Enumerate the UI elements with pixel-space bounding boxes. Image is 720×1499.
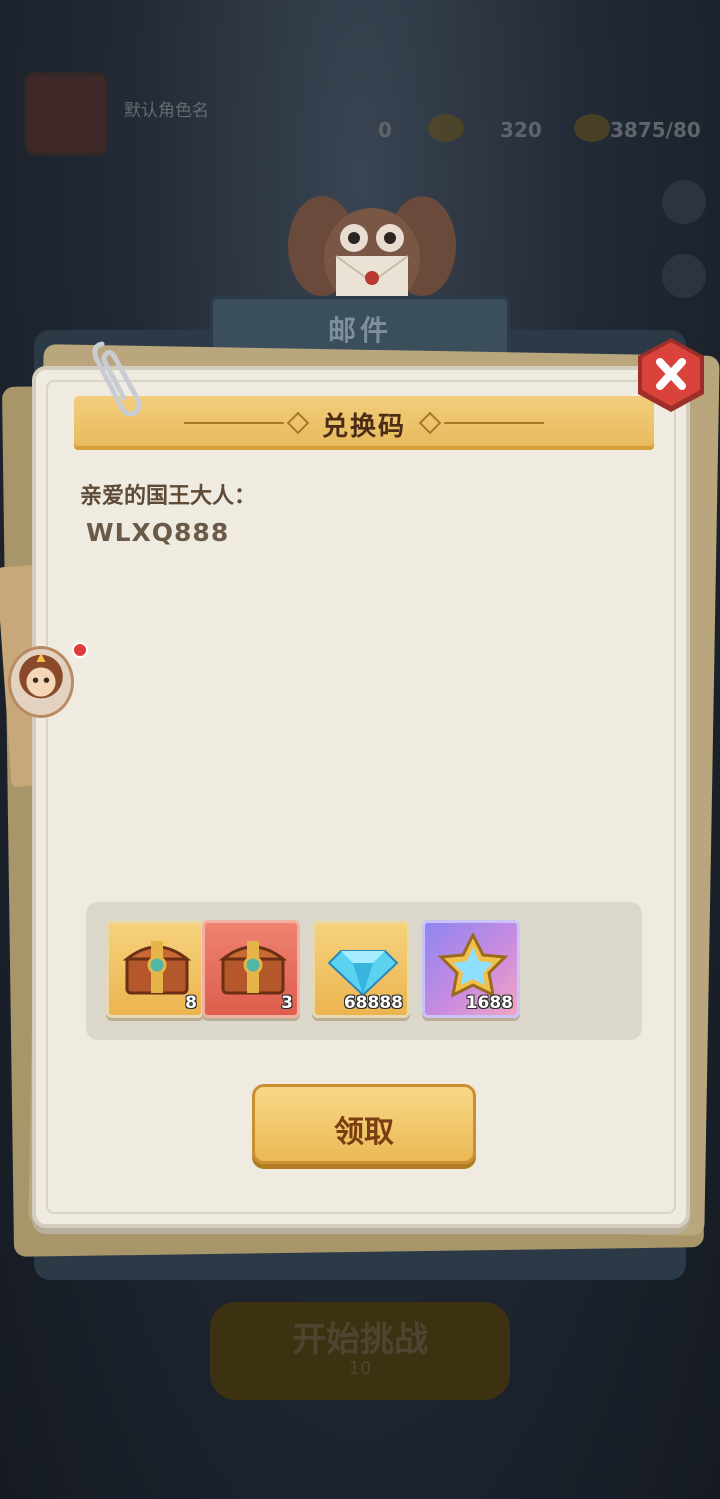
helper-avatar[interactable] [8,646,74,718]
claim-button[interactable]: 领取 [252,1084,476,1164]
paperclip-icon [92,341,142,416]
player-name: 默认角色名 [124,101,209,121]
mail-title: 邮件 [327,314,392,347]
gold-coin-icon [428,114,464,142]
reward-count: 8 [185,993,197,1013]
letter-banner: 兑换码 [74,396,654,450]
notification-dot [72,642,88,658]
mail-letter-panel: 兑换码 亲爱的国王大人： WLXQ888 8 3 68888 1688 领取 [32,366,690,1228]
start-challenge-button-background: 开始挑战 10 [210,1302,510,1400]
reward-count: 68888 [343,993,403,1013]
gold-value: 320 [500,118,542,142]
letter-subject: 兑换码 [321,412,406,442]
character-portrait-icon [19,652,63,699]
reward-tray: 8 3 68888 1688 [86,902,642,1040]
resource-value-1: 0 [378,118,392,142]
treasure-chest-icon [218,941,288,995]
top-bar: 默认角色名 0 320 3875/80 [0,60,720,170]
treasure-chest-icon [122,941,192,995]
reward-item[interactable]: 8 [106,920,204,1018]
diamond-icon [327,950,399,997]
letter-greeting: 亲爱的国王大人： [80,484,257,509]
claim-button-label: 领取 [334,1115,394,1150]
side-menu-icon [662,254,706,298]
redeem-code: WLXQ888 [86,518,230,547]
player-avatar [24,72,108,156]
reward-count: 3 [281,993,293,1013]
reward-item[interactable]: 68888 [312,920,410,1018]
star-crystal-icon [437,933,509,998]
reward-count: 1688 [465,993,513,1013]
start-challenge-cost: 10 [348,1358,372,1379]
owl-mascot-icon [288,196,456,306]
start-challenge-label: 开始挑战 [292,1320,428,1360]
reward-item[interactable]: 3 [202,920,300,1018]
reward-item[interactable]: 1688 [422,920,520,1018]
close-button[interactable] [636,336,706,414]
side-menu-icon [662,180,706,224]
stamina-icon [574,114,610,142]
stamina-value: 3875/80 [610,118,701,142]
